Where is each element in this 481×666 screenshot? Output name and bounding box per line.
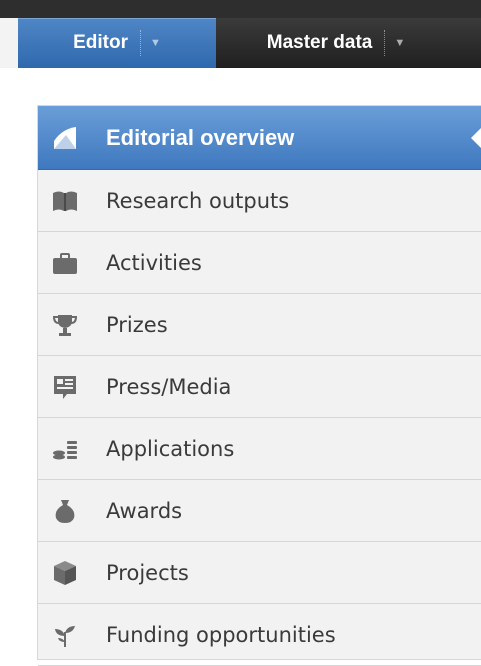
menu-item-label: Editorial overview [106,124,295,150]
menu-item-label: Activities [106,250,202,275]
menu-item-label: Prizes [106,312,168,337]
book-icon [52,188,78,214]
main-navigation: Editor ▼ Master data ▼ [18,18,481,68]
menu-item-activities[interactable]: Activities [38,232,481,294]
money-bag-icon [52,498,78,524]
menu-item-label: Awards [106,498,183,523]
menu-item-press-media[interactable]: Press/Media [38,356,481,418]
trophy-icon [52,312,78,338]
menu-item-funding-opportunities[interactable]: Funding opportunities [38,604,481,666]
menu-item-awards[interactable]: Awards [38,480,481,542]
briefcase-icon [52,250,78,276]
editorial-overview-icon [52,125,78,151]
tab-editor[interactable]: Editor ▼ [18,18,216,68]
chevron-down-icon[interactable]: ▼ [394,37,405,49]
top-strip [0,0,481,18]
top-bar: Editor ▼ Master data ▼ [0,0,481,68]
editor-menu-panel: Editorial overview Research outputs Acti… [37,105,481,666]
chevron-down-icon[interactable]: ▼ [150,37,161,49]
box-icon [52,560,78,586]
menu-item-label: Funding opportunities [106,622,336,647]
tab-master-data-label: Master data [266,32,373,53]
tab-master-data[interactable]: Master data ▼ [216,18,456,68]
newspaper-icon [52,374,78,400]
sprout-icon [52,622,78,648]
menu-item-projects[interactable]: Projects [38,542,481,604]
tab-separator [140,30,142,56]
tab-separator [384,30,386,56]
coins-icon [52,436,78,462]
menu-item-research-outputs[interactable]: Research outputs [38,170,481,232]
menu-item-label: Projects [106,560,189,585]
tab-editor-label: Editor [73,32,128,53]
menu-item-label: Research outputs [106,188,290,213]
menu-item-label: Press/Media [106,374,232,399]
menu-item-applications[interactable]: Applications [38,418,481,480]
menu-item-editorial-overview[interactable]: Editorial overview [38,106,481,170]
editor-menu: Editorial overview Research outputs Acti… [38,106,481,666]
menu-item-label: Applications [106,436,235,461]
menu-item-prizes[interactable]: Prizes [38,294,481,356]
